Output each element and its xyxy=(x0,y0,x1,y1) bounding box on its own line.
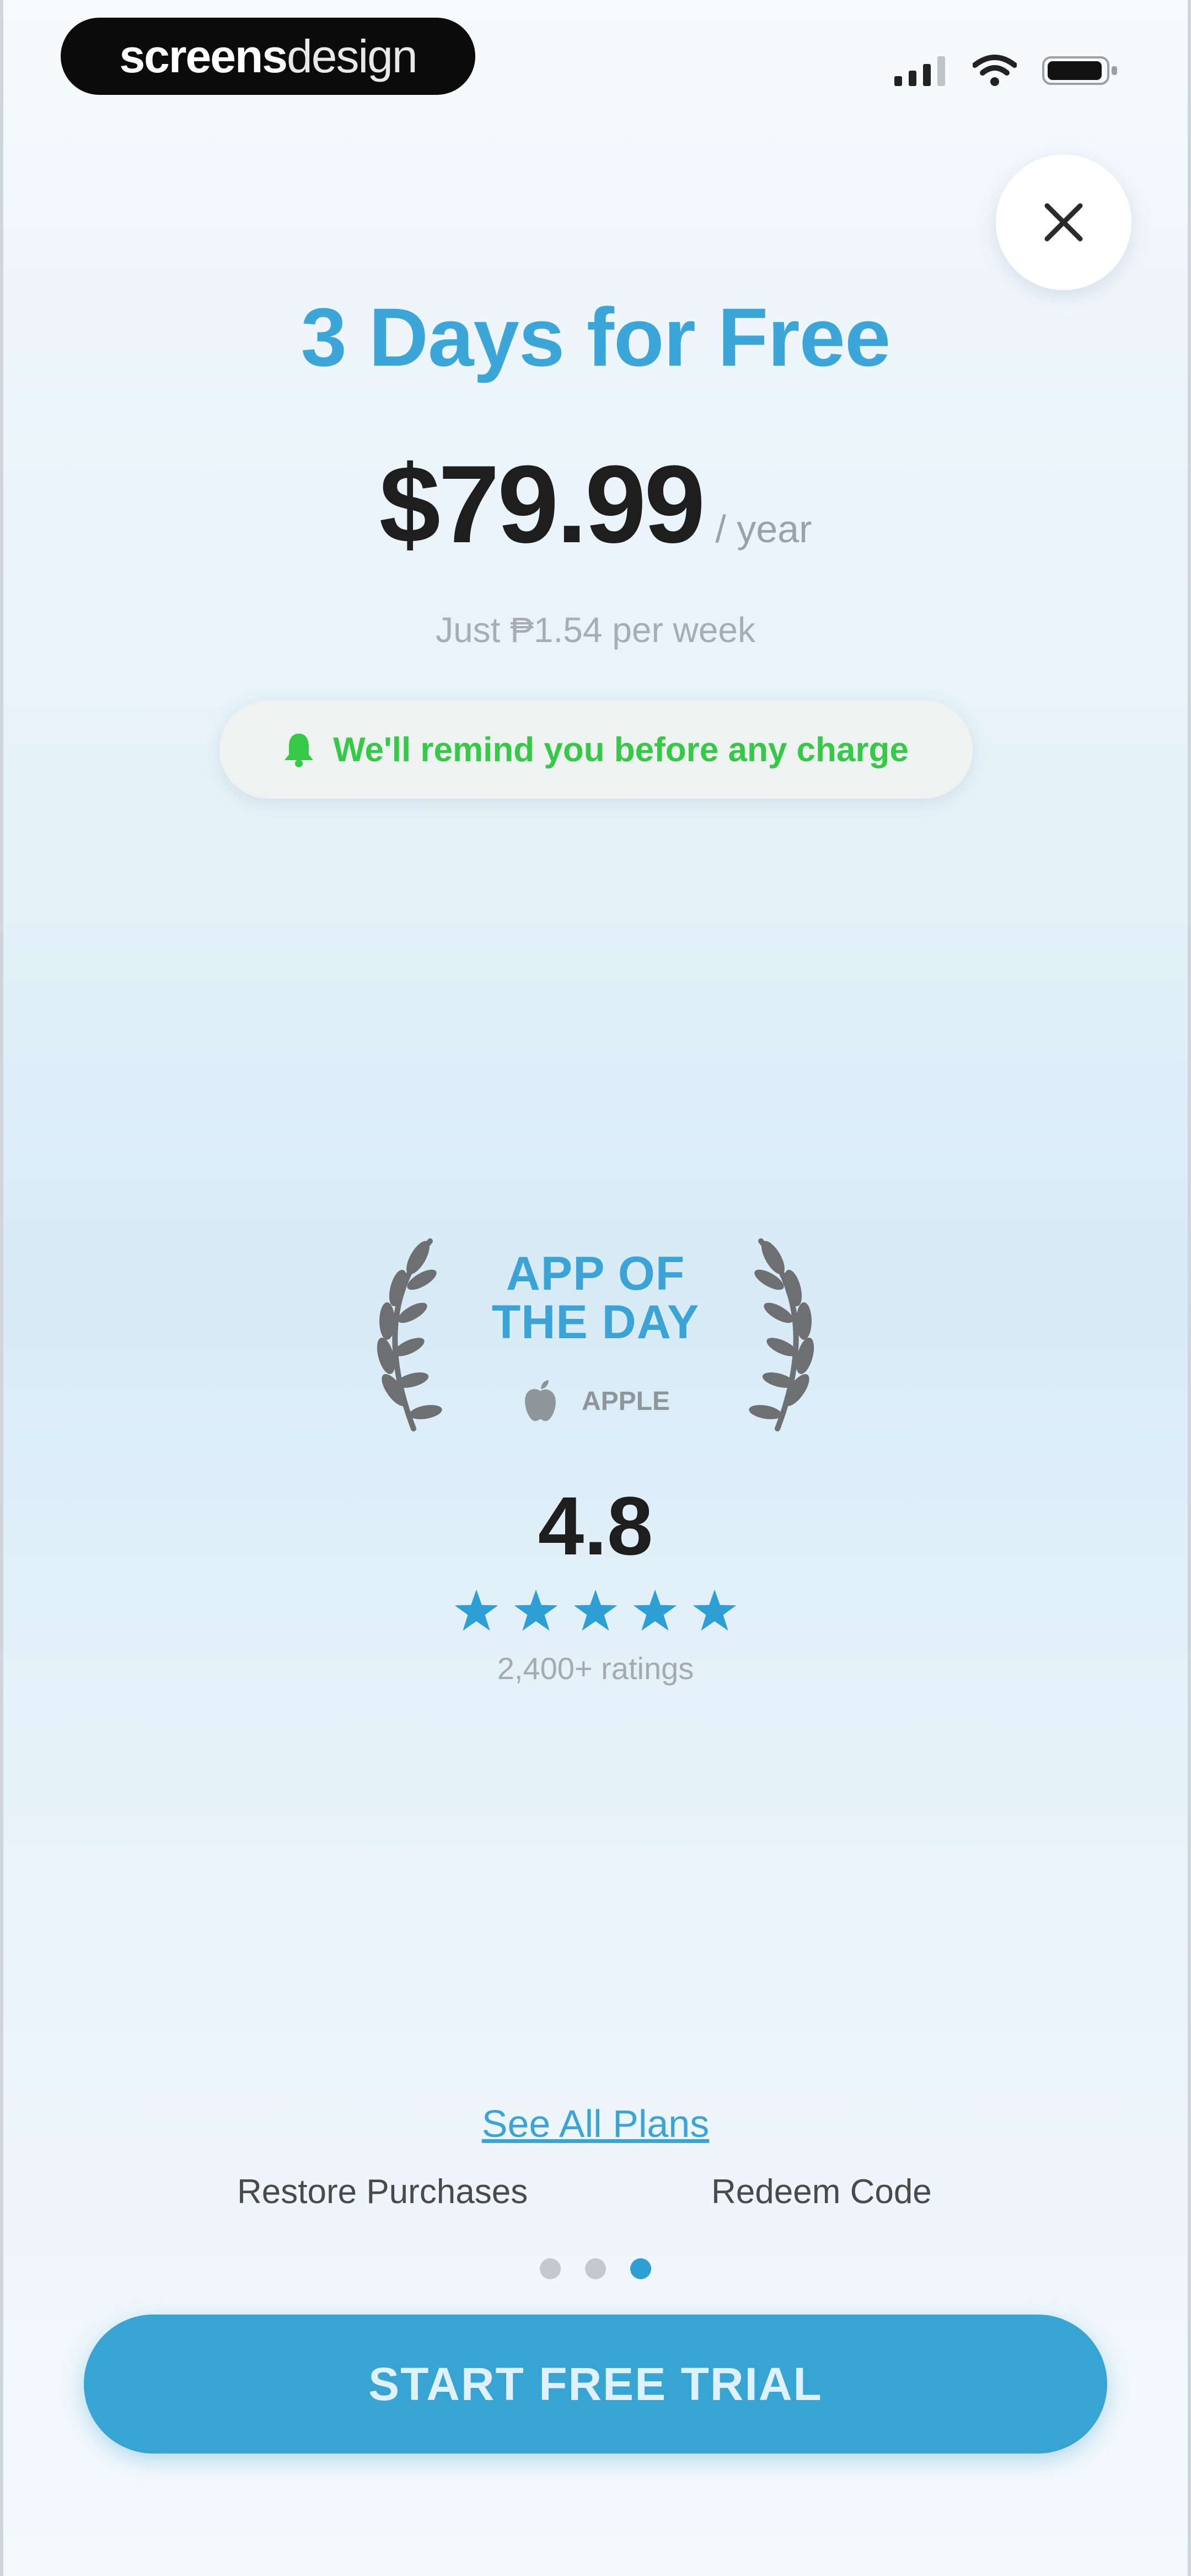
star-icon xyxy=(573,1589,618,1631)
badge-title-line2: THE DAY xyxy=(491,1296,700,1349)
frame-edge-left xyxy=(0,0,3,2576)
close-icon xyxy=(1044,203,1083,242)
trial-title: 3 Days for Free xyxy=(301,291,891,383)
restore-purchases-link[interactable]: Restore Purchases xyxy=(237,2172,528,2211)
weekly-price: Just ₱1.54 per week xyxy=(436,610,755,650)
rating-value: 4.8 xyxy=(538,1479,653,1572)
battery-icon xyxy=(1042,56,1117,85)
badge-source-label: APPLE xyxy=(581,1386,670,1416)
reminder-pill: We'll remind you before any charge xyxy=(219,701,973,799)
close-button[interactable] xyxy=(996,154,1131,290)
brand-watermark: screens design xyxy=(61,18,475,95)
pagination-dot[interactable] xyxy=(585,2258,606,2279)
redeem-code-link[interactable]: Redeem Code xyxy=(711,2172,932,2211)
start-free-trial-label: START FREE TRIAL xyxy=(368,2358,823,2410)
brand-text-bold: screens xyxy=(119,30,288,82)
price-row: $79.99 / year xyxy=(0,441,1191,568)
frame-edge-right xyxy=(1188,0,1191,2576)
rating-stars xyxy=(0,1589,1191,1632)
bell-icon xyxy=(285,734,314,767)
status-icons xyxy=(894,49,1119,93)
star-icon xyxy=(693,1589,737,1631)
apple-logo-icon xyxy=(525,1380,556,1421)
badge-title-line1: APP OF xyxy=(506,1247,685,1300)
pagination-dot[interactable] xyxy=(630,2258,651,2279)
star-icon xyxy=(633,1589,677,1631)
reminder-text: We'll remind you before any charge xyxy=(333,730,909,769)
ratings-count: 2,400+ ratings xyxy=(497,1651,694,1686)
signal-icon xyxy=(894,56,945,86)
star-icon xyxy=(454,1589,498,1631)
price: $79.99 xyxy=(379,443,706,566)
see-all-plans-link[interactable]: See All Plans xyxy=(0,2102,1191,2146)
start-free-trial-button[interactable]: START FREE TRIAL xyxy=(84,2315,1107,2454)
pagination-dots xyxy=(0,2258,1191,2279)
star-icon xyxy=(514,1589,558,1631)
badge-source: APPLE xyxy=(0,1379,1191,1423)
app-of-the-day-title: APP OF THE DAY xyxy=(430,1249,761,1346)
wifi-icon xyxy=(973,55,1017,86)
price-period: / year xyxy=(715,507,812,551)
brand-text-light: design xyxy=(287,30,418,82)
pagination-dot[interactable] xyxy=(540,2258,561,2279)
